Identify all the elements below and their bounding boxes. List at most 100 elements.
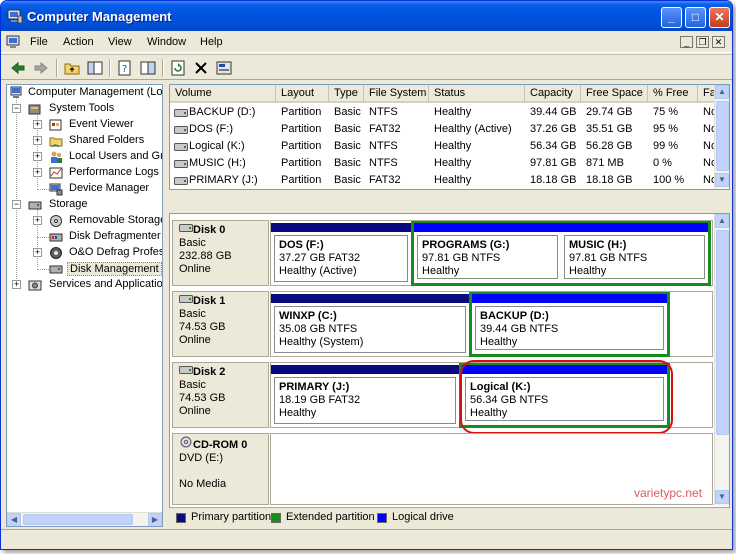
tree-item-services-applications[interactable]: + Services and Applications bbox=[7, 277, 162, 293]
tree-item-shared-folders[interactable]: + Shared Folders bbox=[7, 133, 162, 149]
drive-icon bbox=[174, 159, 188, 172]
menu-window[interactable]: Window bbox=[147, 36, 186, 48]
tree-item-local-users[interactable]: + Local Users and Groups bbox=[7, 149, 162, 165]
tree-item-disk-defragmenter[interactable]: Disk Defragmenter bbox=[7, 229, 162, 245]
tree-item-event-viewer[interactable]: + Event Viewer bbox=[7, 117, 162, 133]
volume-name: PRIMARY (J:) bbox=[189, 174, 258, 186]
expand-icon[interactable]: + bbox=[33, 216, 42, 225]
volume-list-scrollbar[interactable]: ▲ ▼ bbox=[714, 85, 729, 189]
scroll-right-icon[interactable]: ▶ bbox=[148, 513, 162, 526]
minimize-button[interactable]: _ bbox=[661, 7, 682, 28]
expand-icon[interactable]: + bbox=[33, 168, 42, 177]
column-header-percent-free[interactable]: % Free bbox=[648, 85, 698, 103]
scroll-down-icon[interactable]: ▼ bbox=[715, 173, 729, 187]
column-header-volume[interactable]: Volume bbox=[170, 85, 276, 103]
column-header-free-space[interactable]: Free Space bbox=[581, 85, 648, 103]
computer-icon bbox=[10, 86, 24, 100]
graph-vertical-scrollbar[interactable]: ▲ ▼ bbox=[714, 214, 729, 506]
disk-2-label[interactable]: Disk 2 Basic 74.53 GB Online bbox=[172, 362, 269, 428]
volume-status: Healthy bbox=[434, 157, 472, 169]
partition-programs-g[interactable]: PROGRAMS (G:) 97.81 GB NTFS Healthy bbox=[414, 223, 561, 282]
mmc-menu-icon[interactable] bbox=[6, 34, 22, 50]
volume-name: MUSIC (H:) bbox=[189, 157, 246, 169]
tree-item-removable-storage[interactable]: + Removable Storage bbox=[7, 213, 162, 229]
drive-icon bbox=[174, 108, 188, 121]
delete-icon[interactable] bbox=[192, 59, 210, 77]
back-icon[interactable] bbox=[9, 59, 27, 77]
tree-guide bbox=[37, 269, 49, 270]
collapse-icon[interactable]: − bbox=[12, 200, 21, 209]
menu-action[interactable]: Action bbox=[63, 36, 94, 48]
disk-status: Online bbox=[179, 334, 211, 346]
expand-icon[interactable]: + bbox=[33, 136, 42, 145]
volume-free-space: 29.74 GB bbox=[586, 106, 633, 118]
expand-icon[interactable]: + bbox=[33, 152, 42, 161]
child-close-button[interactable]: ✕ bbox=[712, 36, 725, 48]
collapse-icon[interactable]: − bbox=[12, 104, 21, 113]
legend-swatch-primary bbox=[176, 513, 186, 523]
partition-dos-f[interactable]: DOS (F:) 37.27 GB FAT32 Healthy (Active) bbox=[271, 223, 411, 285]
maximize-button[interactable]: □ bbox=[685, 7, 706, 28]
scroll-thumb[interactable] bbox=[23, 514, 133, 525]
device-manager-icon bbox=[49, 182, 63, 196]
refresh-icon[interactable] bbox=[169, 59, 187, 77]
expand-icon[interactable]: + bbox=[33, 120, 42, 129]
disk-type: DVD (E:) bbox=[179, 452, 223, 464]
column-header-file-system[interactable]: File System bbox=[364, 85, 429, 103]
disk-1-label[interactable]: Disk 1 Basic 74.53 GB Online bbox=[172, 291, 269, 357]
volume-layout: Partition bbox=[281, 140, 322, 152]
tree-item-computer-management[interactable]: Computer Management (Local) bbox=[7, 85, 162, 101]
tree-item-system-tools[interactable]: − System Tools bbox=[7, 101, 162, 117]
up-folder-icon[interactable] bbox=[63, 59, 81, 77]
cdrom-icon bbox=[179, 436, 193, 451]
partition-winxp-c[interactable]: WINXP (C:) 35.08 GB NTFS Healthy (System… bbox=[271, 294, 469, 356]
partition-primary-j[interactable]: PRIMARY (J:) 18.19 GB FAT32 Healthy bbox=[271, 365, 459, 427]
disk-size: 74.53 GB bbox=[179, 321, 226, 333]
maximize-icon: □ bbox=[691, 10, 700, 24]
tree-item-device-manager[interactable]: Device Manager bbox=[7, 181, 162, 197]
menu-view[interactable]: View bbox=[108, 36, 132, 48]
close-icon: ✕ bbox=[714, 10, 725, 24]
column-header-type[interactable]: Type bbox=[329, 85, 364, 103]
partition-backup-d[interactable]: BACKUP (D:) 39.44 GB NTFS Healthy bbox=[472, 294, 667, 353]
scroll-up-icon[interactable]: ▲ bbox=[715, 214, 729, 228]
scroll-up-icon[interactable]: ▲ bbox=[715, 85, 729, 99]
menu-file[interactable]: File bbox=[30, 36, 48, 48]
child-restore-button[interactable]: ❐ bbox=[696, 36, 709, 48]
scroll-left-icon[interactable]: ◀ bbox=[7, 513, 21, 526]
toolbar-separator bbox=[56, 59, 58, 77]
column-header-layout[interactable]: Layout bbox=[276, 85, 329, 103]
menu-help[interactable]: Help bbox=[200, 36, 223, 48]
scroll-thumb[interactable] bbox=[716, 230, 729, 435]
tree-item-oo-defrag[interactable]: + O&O Defrag Professional bbox=[7, 245, 162, 261]
scroll-thumb[interactable] bbox=[716, 101, 729, 171]
scroll-down-icon[interactable]: ▼ bbox=[715, 490, 729, 504]
volume-status: Healthy bbox=[434, 140, 472, 152]
disk-properties-icon[interactable] bbox=[215, 59, 233, 77]
properties-icon[interactable]: ? bbox=[116, 59, 134, 77]
tree-item-storage[interactable]: − Storage bbox=[7, 197, 162, 213]
logical-drive-bar bbox=[414, 223, 561, 232]
drive-icon bbox=[174, 125, 188, 138]
column-header-capacity[interactable]: Capacity bbox=[525, 85, 581, 103]
expand-icon[interactable]: + bbox=[33, 248, 42, 257]
volume-capacity: 39.44 GB bbox=[530, 106, 577, 118]
tree-item-performance-logs[interactable]: + Performance Logs and Alerts bbox=[7, 165, 162, 181]
disk-status: Online bbox=[179, 405, 211, 417]
show-hide-tree-icon[interactable] bbox=[86, 59, 104, 77]
volume-layout: Partition bbox=[281, 123, 322, 135]
child-minimize-button[interactable]: _ bbox=[680, 36, 693, 48]
volume-free-space: 35.51 GB bbox=[586, 123, 633, 135]
forward-icon[interactable] bbox=[32, 59, 50, 77]
tree-item-disk-management[interactable]: Disk Management bbox=[7, 261, 162, 277]
cdrom-0-label[interactable]: CD-ROM 0 DVD (E:) No Media bbox=[172, 433, 269, 505]
column-header-status[interactable]: Status bbox=[429, 85, 525, 103]
close-button[interactable]: ✕ bbox=[709, 7, 730, 28]
title-bar[interactable]: Computer Management _ □ ✕ bbox=[1, 1, 732, 31]
disk-0-label[interactable]: Disk 0 Basic 232.88 GB Online bbox=[172, 220, 269, 286]
tree-horizontal-scrollbar[interactable]: ◀ ▶ bbox=[7, 512, 162, 526]
expand-icon[interactable]: + bbox=[12, 280, 21, 289]
help-icon[interactable] bbox=[139, 59, 157, 77]
watermark: varietypc.net bbox=[634, 486, 703, 500]
partition-music-h[interactable]: MUSIC (H:) 97.81 GB NTFS Healthy bbox=[561, 223, 708, 282]
